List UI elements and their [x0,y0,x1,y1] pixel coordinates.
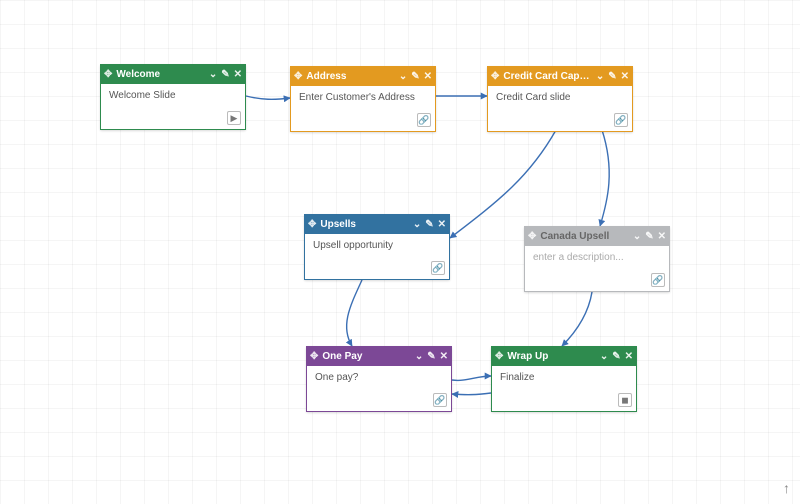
link-icon[interactable]: 🔗 [431,261,445,275]
node-upsells[interactable]: ✥ Upsells ⌄ ✎ ✕ Upsell opportunity 🔗 [304,214,450,280]
edge-wrapup-to-onepay [452,393,491,395]
close-icon[interactable]: ✕ [658,231,666,242]
node-wrap-up[interactable]: ✥ Wrap Up ⌄ ✎ ✕ Finalize ◼ [491,346,637,412]
drag-icon[interactable]: ✥ [294,71,302,82]
edge-upsells-to-onepay [347,280,362,346]
edit-icon[interactable]: ✎ [645,231,653,242]
edit-icon[interactable]: ✎ [612,351,620,362]
drag-icon[interactable]: ✥ [104,69,112,80]
node-title: Upsells [320,219,408,230]
node-description: Credit Card slide [496,92,570,103]
close-icon[interactable]: ✕ [438,219,446,230]
node-title: Address [306,71,394,82]
close-icon[interactable]: ✕ [234,69,242,80]
edge-welcome-to-address [246,96,290,99]
edit-icon[interactable]: ✎ [427,351,435,362]
stop-icon[interactable]: ◼ [618,393,632,407]
node-one-pay[interactable]: ✥ One Pay ⌄ ✎ ✕ One pay? 🔗 [306,346,452,412]
close-icon[interactable]: ✕ [625,351,633,362]
node-canada-upsell[interactable]: ✥ Canada Upsell ⌄ ✎ ✕ enter a descriptio… [524,226,670,292]
chevron-down-icon[interactable]: ⌄ [415,351,423,362]
edge-ccc-to-canada [600,130,609,226]
chevron-down-icon[interactable]: ⌄ [633,231,641,242]
back-to-top-icon[interactable]: ↑ [783,480,790,496]
drag-icon[interactable]: ✥ [491,71,499,82]
close-icon[interactable]: ✕ [424,71,432,82]
chevron-down-icon[interactable]: ⌄ [413,219,421,230]
node-description: Enter Customer's Address [299,92,415,103]
chevron-down-icon[interactable]: ⌄ [600,351,608,362]
link-icon[interactable]: 🔗 [417,113,431,127]
edge-ccc-to-upsells [450,130,556,238]
node-description: Welcome Slide [109,90,176,101]
close-icon[interactable]: ✕ [621,71,629,82]
node-description: One pay? [315,372,358,383]
drag-icon[interactable]: ✥ [528,231,536,242]
node-title: Welcome [116,69,204,80]
node-address[interactable]: ✥ Address ⌄ ✎ ✕ Enter Customer's Address… [290,66,436,132]
close-icon[interactable]: ✕ [440,351,448,362]
node-credit-card-capture[interactable]: ✥ Credit Card Capture ⌄ ✎ ✕ Credit Card … [487,66,633,132]
chevron-down-icon[interactable]: ⌄ [596,71,604,82]
edit-icon[interactable]: ✎ [411,71,419,82]
flow-canvas[interactable]: ✥ Welcome ⌄ ✎ ✕ Welcome Slide ▶ ✥ Addres… [0,0,800,504]
node-description: enter a description... [533,252,624,263]
link-icon[interactable]: 🔗 [614,113,628,127]
chevron-down-icon[interactable]: ⌄ [209,69,217,80]
edge-onepay-to-wrapup [452,376,491,380]
drag-icon[interactable]: ✥ [495,351,503,362]
node-title: One Pay [322,351,410,362]
edit-icon[interactable]: ✎ [425,219,433,230]
node-description: Finalize [500,372,534,383]
drag-icon[interactable]: ✥ [308,219,316,230]
node-description: Upsell opportunity [313,240,393,251]
edit-icon[interactable]: ✎ [608,71,616,82]
node-title: Wrap Up [507,351,595,362]
node-welcome[interactable]: ✥ Welcome ⌄ ✎ ✕ Welcome Slide ▶ [100,64,246,130]
edge-canada-to-wrapup [562,292,592,346]
drag-icon[interactable]: ✥ [310,351,318,362]
edit-icon[interactable]: ✎ [221,69,229,80]
chevron-down-icon[interactable]: ⌄ [399,71,407,82]
start-icon[interactable]: ▶ [227,111,241,125]
node-title: Canada Upsell [540,231,628,242]
node-title: Credit Card Capture [503,71,591,82]
link-icon[interactable]: 🔗 [651,273,665,287]
link-icon[interactable]: 🔗 [433,393,447,407]
